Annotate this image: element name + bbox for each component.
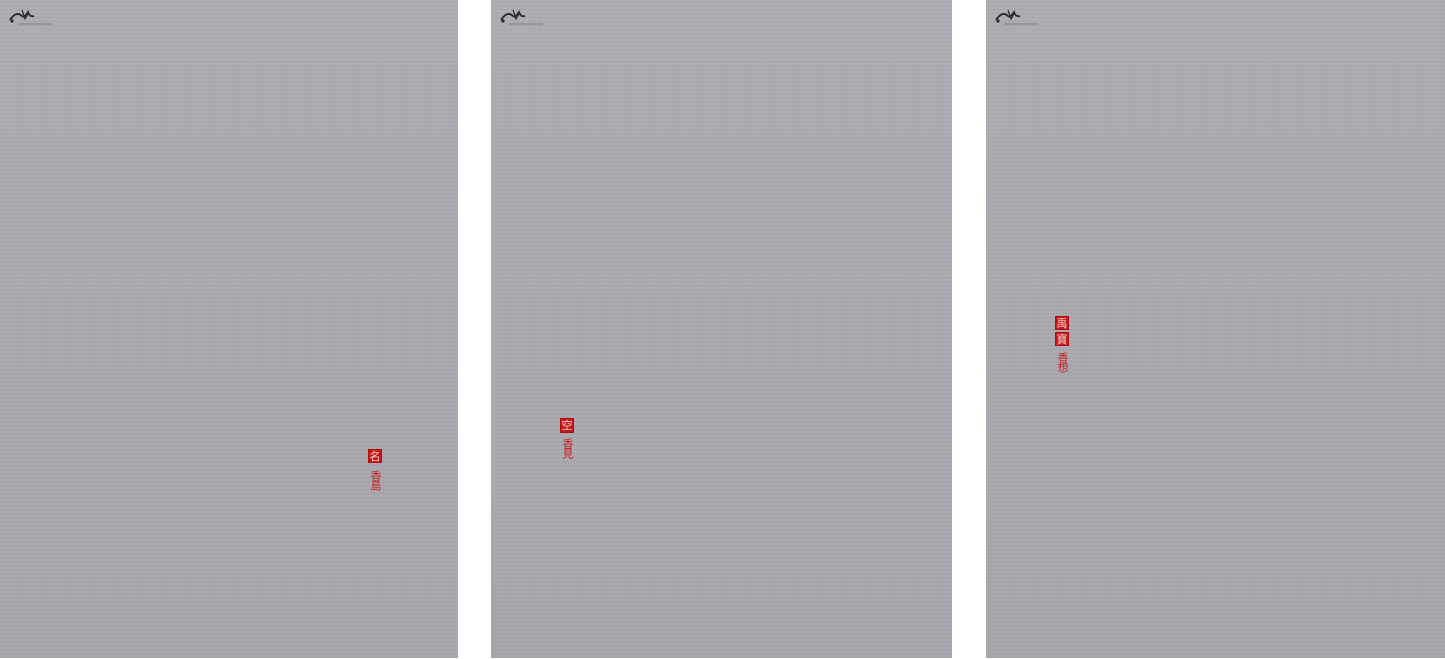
ink-brush-logo-icon: [994, 6, 1042, 26]
calligraphy-signature: 香想: [1056, 352, 1069, 372]
artwork-panel-3: 禹 寶 香想: [986, 0, 1445, 658]
ink-brush-logo-icon: [499, 6, 547, 26]
red-seal-stamp: 名: [368, 449, 382, 463]
red-seal-stamp: 空: [560, 418, 574, 433]
artwork-panel-2: 空 香見: [491, 0, 952, 658]
red-seal-stamp-lower: 寶: [1055, 332, 1069, 346]
ink-brush-logo-icon: [8, 6, 56, 26]
red-seal-stamp-upper: 禹: [1055, 316, 1069, 330]
artwork-panel-1: 名 香島: [0, 0, 458, 658]
calligraphy-signature: 香島: [369, 470, 382, 490]
calligraphy-signature: 香見: [561, 438, 574, 458]
